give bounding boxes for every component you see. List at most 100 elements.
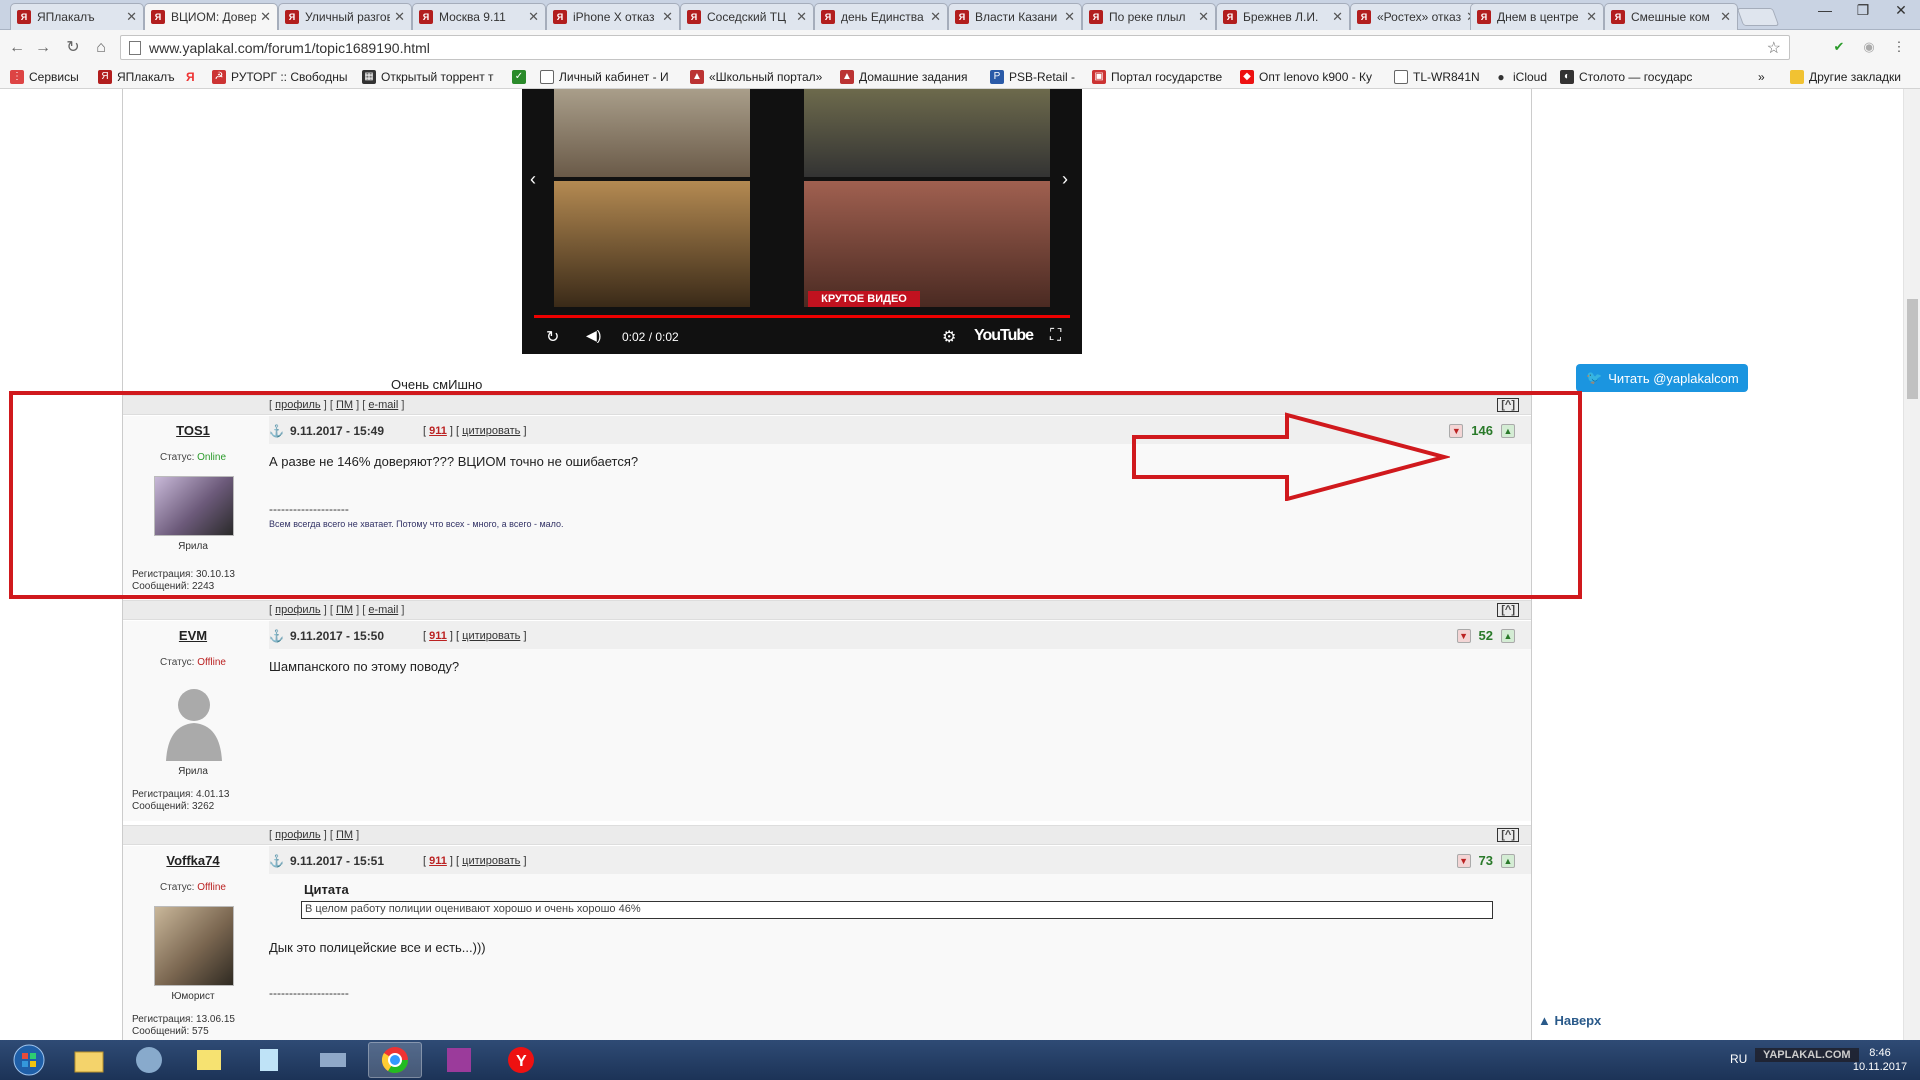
close-icon[interactable]: ✕ bbox=[394, 9, 405, 25]
vertical-scrollbar[interactable] bbox=[1903, 89, 1920, 1040]
tab-river[interactable]: Я По реке плыл ✕ bbox=[1082, 3, 1216, 30]
post-username[interactable]: TOS1 bbox=[123, 423, 263, 438]
chrome-icon[interactable] bbox=[368, 1042, 422, 1078]
bookmark-star-icon[interactable]: ☆ bbox=[1767, 38, 1781, 58]
minimize-icon[interactable]: — bbox=[1806, 0, 1844, 20]
close-icon[interactable]: ✕ bbox=[930, 9, 941, 25]
maximize-icon[interactable]: ❐ bbox=[1844, 0, 1882, 20]
thumb-down-icon[interactable]: ▼ bbox=[1456, 853, 1471, 868]
scrollbar-thumb[interactable] bbox=[1907, 299, 1918, 399]
bookmark-leaf[interactable]: ✓ bbox=[512, 68, 531, 85]
tab-brezhnev[interactable]: Я Брежнев Л.И. ✕ bbox=[1216, 3, 1350, 30]
menu-icon[interactable]: ⋮ bbox=[1890, 38, 1908, 56]
profile-link[interactable]: профиль bbox=[275, 604, 321, 616]
fullscreen-icon[interactable]: ⛶ bbox=[1050, 327, 1061, 345]
anchor-icon[interactable]: ⚓ bbox=[269, 424, 284, 438]
bookmark-services[interactable]: ⋮ Сервисы bbox=[10, 68, 79, 85]
report-link[interactable]: 911 bbox=[429, 425, 447, 437]
post-username[interactable]: EVM bbox=[123, 628, 263, 643]
volume-icon[interactable]: ◀) bbox=[586, 327, 601, 344]
bookmark-icloud[interactable]: ● iCloud bbox=[1494, 68, 1547, 85]
winrar-icon[interactable] bbox=[432, 1042, 486, 1078]
twitter-follow-button[interactable]: 🐦 Читать @yaplakalcom bbox=[1576, 364, 1748, 392]
scroll-up-button[interactable]: [^] bbox=[1497, 603, 1519, 617]
bookmark-lenovo[interactable]: ◆ Опт lenovo k900 - Ку bbox=[1240, 68, 1380, 85]
close-icon[interactable]: ✕ bbox=[1720, 9, 1731, 25]
scroll-up-button[interactable]: [^] bbox=[1497, 828, 1519, 842]
thumb-up-icon[interactable]: ▲ bbox=[1501, 423, 1515, 438]
reload-icon[interactable]: ↻ bbox=[62, 37, 84, 59]
tab-street-talk[interactable]: ЯУличный разговор✕ bbox=[278, 3, 412, 30]
close-icon[interactable]: ✕ bbox=[1332, 9, 1343, 25]
media-icon[interactable] bbox=[122, 1042, 176, 1078]
language-indicator[interactable]: RU bbox=[1730, 1052, 1747, 1066]
notepad-icon[interactable] bbox=[242, 1042, 296, 1078]
scroll-up-button[interactable]: [^] bbox=[1497, 398, 1519, 412]
bookmark-school-portal[interactable]: ▲ «Школьный портал» bbox=[690, 68, 830, 85]
pm-link[interactable]: ПМ bbox=[336, 399, 353, 411]
forward-icon[interactable]: → bbox=[32, 37, 54, 59]
thumb-down-icon[interactable]: ▼ bbox=[1456, 628, 1471, 643]
replay-icon[interactable]: ↻ bbox=[546, 327, 559, 347]
quote-link[interactable]: цитировать bbox=[462, 630, 520, 642]
quote-link[interactable]: цитировать bbox=[462, 425, 520, 437]
anchor-icon[interactable]: ⚓ bbox=[269, 854, 284, 868]
email-link[interactable]: e-mail bbox=[368, 399, 398, 411]
profile-link[interactable]: профиль bbox=[275, 829, 321, 841]
tab-iphone[interactable]: ЯiPhone X отказ ✕ bbox=[546, 3, 680, 30]
tab-rostec[interactable]: Я«Ростех» отказ✕ bbox=[1350, 3, 1484, 30]
other-bookmarks[interactable]: Другие закладки bbox=[1790, 68, 1901, 85]
home-icon[interactable]: ⌂ bbox=[90, 37, 112, 59]
bookmark-cabinet[interactable]: Личный кабинет - И bbox=[540, 68, 676, 85]
close-icon[interactable]: ✕ bbox=[126, 9, 137, 25]
close-icon[interactable]: ✕ bbox=[528, 9, 539, 25]
youtube-player[interactable]: КРУТОЕ ВИДЕО ‹ › ↻ ◀) 0:02 / 0:02 ⚙ YouT… bbox=[522, 89, 1082, 354]
tab-funny[interactable]: Я Смешные ком ✕ bbox=[1604, 3, 1738, 30]
tab-city-center[interactable]: Я Днем в центре ✕ bbox=[1470, 3, 1604, 30]
close-icon[interactable]: ✕ bbox=[1586, 9, 1597, 25]
tab-unity-day[interactable]: Ядень Единства ✕ bbox=[814, 3, 948, 30]
yandex-browser-icon[interactable]: Y bbox=[494, 1042, 548, 1078]
extension-icon[interactable]: ◉ bbox=[1860, 38, 1878, 56]
system-clock[interactable]: 8:46 10.11.2017 bbox=[1850, 1046, 1910, 1074]
bookmark-gosuslugi[interactable]: ▣ Портал государстве bbox=[1092, 68, 1232, 85]
pm-link[interactable]: ПМ bbox=[336, 604, 353, 616]
close-icon[interactable]: ✕ bbox=[1064, 9, 1075, 25]
bookmark-yaplakal[interactable]: Я ЯПлакалъ bbox=[98, 68, 175, 85]
bookmark-yandex[interactable]: Я bbox=[186, 68, 195, 85]
pm-link[interactable]: ПМ bbox=[336, 829, 353, 841]
report-link[interactable]: 911 bbox=[429, 630, 447, 642]
progress-bar[interactable] bbox=[534, 315, 1070, 318]
quote-link[interactable]: цитировать bbox=[462, 855, 520, 867]
anchor-icon[interactable]: ⚓ bbox=[269, 629, 284, 643]
bookmarks-more[interactable]: » bbox=[1758, 68, 1765, 85]
bookmark-torrent[interactable]: ▦ Открытый торрент т bbox=[362, 68, 500, 85]
close-window-icon[interactable]: ✕ bbox=[1882, 0, 1920, 20]
close-icon[interactable]: ✕ bbox=[1198, 9, 1209, 25]
bookmark-stoloto[interactable]: ◐ Столото — государс bbox=[1560, 68, 1700, 85]
sticky-notes-icon[interactable] bbox=[182, 1042, 236, 1078]
tab-kazan[interactable]: Я Власти Казани ✕ bbox=[948, 3, 1082, 30]
start-button[interactable] bbox=[2, 1042, 56, 1078]
thumb-up-icon[interactable]: ▲ bbox=[1501, 628, 1515, 643]
new-tab-button[interactable] bbox=[1736, 8, 1780, 26]
tab-vciom[interactable]: ЯВЦИОМ: Доверие✕ bbox=[144, 3, 278, 30]
tab-moscow[interactable]: Я Москва 9.11 ✕ bbox=[412, 3, 546, 30]
back-icon[interactable]: ← bbox=[6, 37, 28, 59]
address-bar[interactable]: www.yaplakal.com/forum1/topic1689190.htm… bbox=[120, 35, 1790, 60]
bookmark-psb[interactable]: P PSB-Retail - bbox=[990, 68, 1075, 85]
bookmark-homework[interactable]: ▲ Домашние задания bbox=[840, 68, 980, 85]
close-icon[interactable]: ✕ bbox=[260, 9, 271, 25]
to-top-link[interactable]: ▲ Наверх bbox=[1538, 1013, 1601, 1028]
chevron-right-icon[interactable]: › bbox=[1062, 169, 1068, 190]
settings-icon[interactable]: ⚙ bbox=[942, 327, 956, 347]
bookmark-tplink[interactable]: TL-WR841N bbox=[1394, 68, 1480, 85]
extension-shield-icon[interactable]: ✔ bbox=[1830, 38, 1848, 56]
explorer-icon[interactable] bbox=[62, 1042, 116, 1078]
close-icon[interactable]: ✕ bbox=[796, 9, 807, 25]
thumb-up-icon[interactable]: ▲ bbox=[1501, 853, 1515, 868]
chevron-left-icon[interactable]: ‹ bbox=[530, 169, 536, 190]
thumb-down-icon[interactable]: ▼ bbox=[1449, 423, 1464, 438]
post-username[interactable]: Voffka74 bbox=[123, 853, 263, 868]
bookmark-rutorg[interactable]: ☭ РУТОРГ :: Свободны bbox=[212, 68, 352, 85]
